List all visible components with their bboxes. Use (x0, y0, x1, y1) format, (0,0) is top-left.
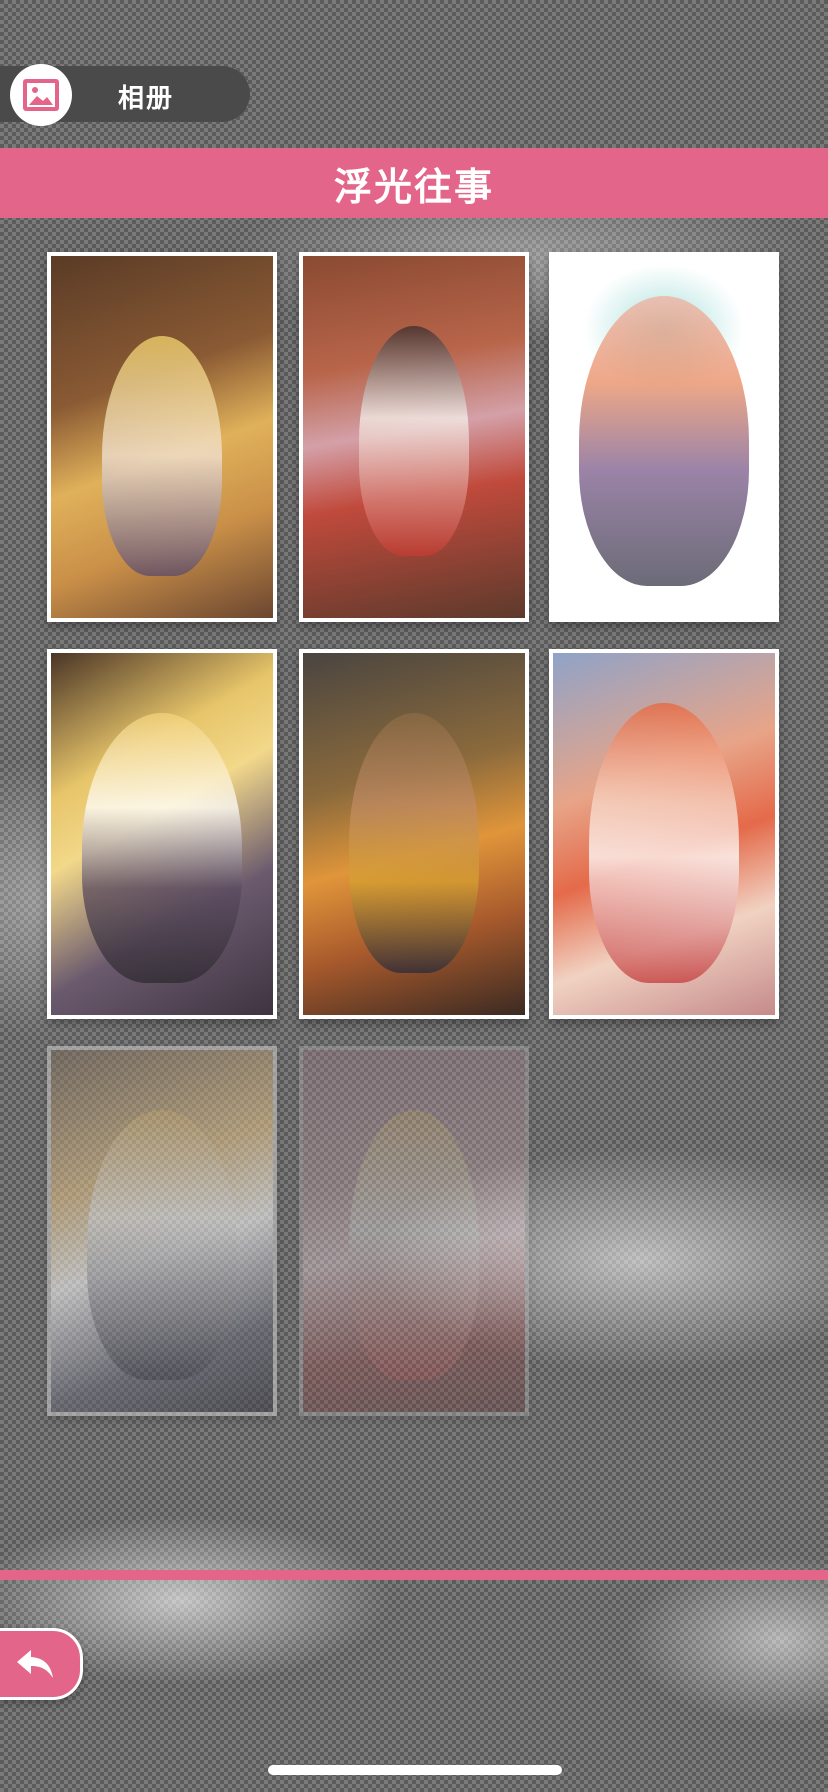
album-label: 相册 (118, 84, 175, 114)
gallery-thumbnail-7[interactable] (47, 1046, 277, 1416)
thumbnail-artwork (102, 336, 222, 576)
gallery-thumbnail-2[interactable] (299, 252, 529, 622)
album-title-bar: 浮光往事 (0, 148, 828, 218)
gallery-thumbnail-5[interactable] (299, 649, 529, 1019)
back-button[interactable] (0, 1628, 83, 1700)
image-album-icon (23, 79, 59, 111)
gallery-thumbnail-6[interactable] (549, 649, 779, 1019)
thumbnail-artwork (359, 326, 469, 556)
thumbnail-artwork (82, 713, 242, 983)
thumbnail-artwork (87, 1110, 237, 1380)
home-indicator[interactable] (268, 1765, 562, 1775)
thumbnail-artwork (589, 703, 739, 983)
bottom-divider (0, 1570, 828, 1580)
gallery-thumbnail-4[interactable] (47, 649, 277, 1019)
thumbnail-artwork (349, 713, 479, 973)
thumbnail-artwork (349, 1110, 479, 1380)
gallery-thumbnail-3[interactable] (549, 252, 779, 622)
album-title: 浮光往事 (333, 164, 494, 209)
thumbnail-artwork (579, 296, 749, 586)
album-icon-button[interactable] (10, 64, 72, 126)
gallery-thumbnail-1[interactable] (47, 252, 277, 622)
gallery-thumbnail-8[interactable] (299, 1046, 529, 1416)
back-arrow-icon (17, 1650, 53, 1678)
